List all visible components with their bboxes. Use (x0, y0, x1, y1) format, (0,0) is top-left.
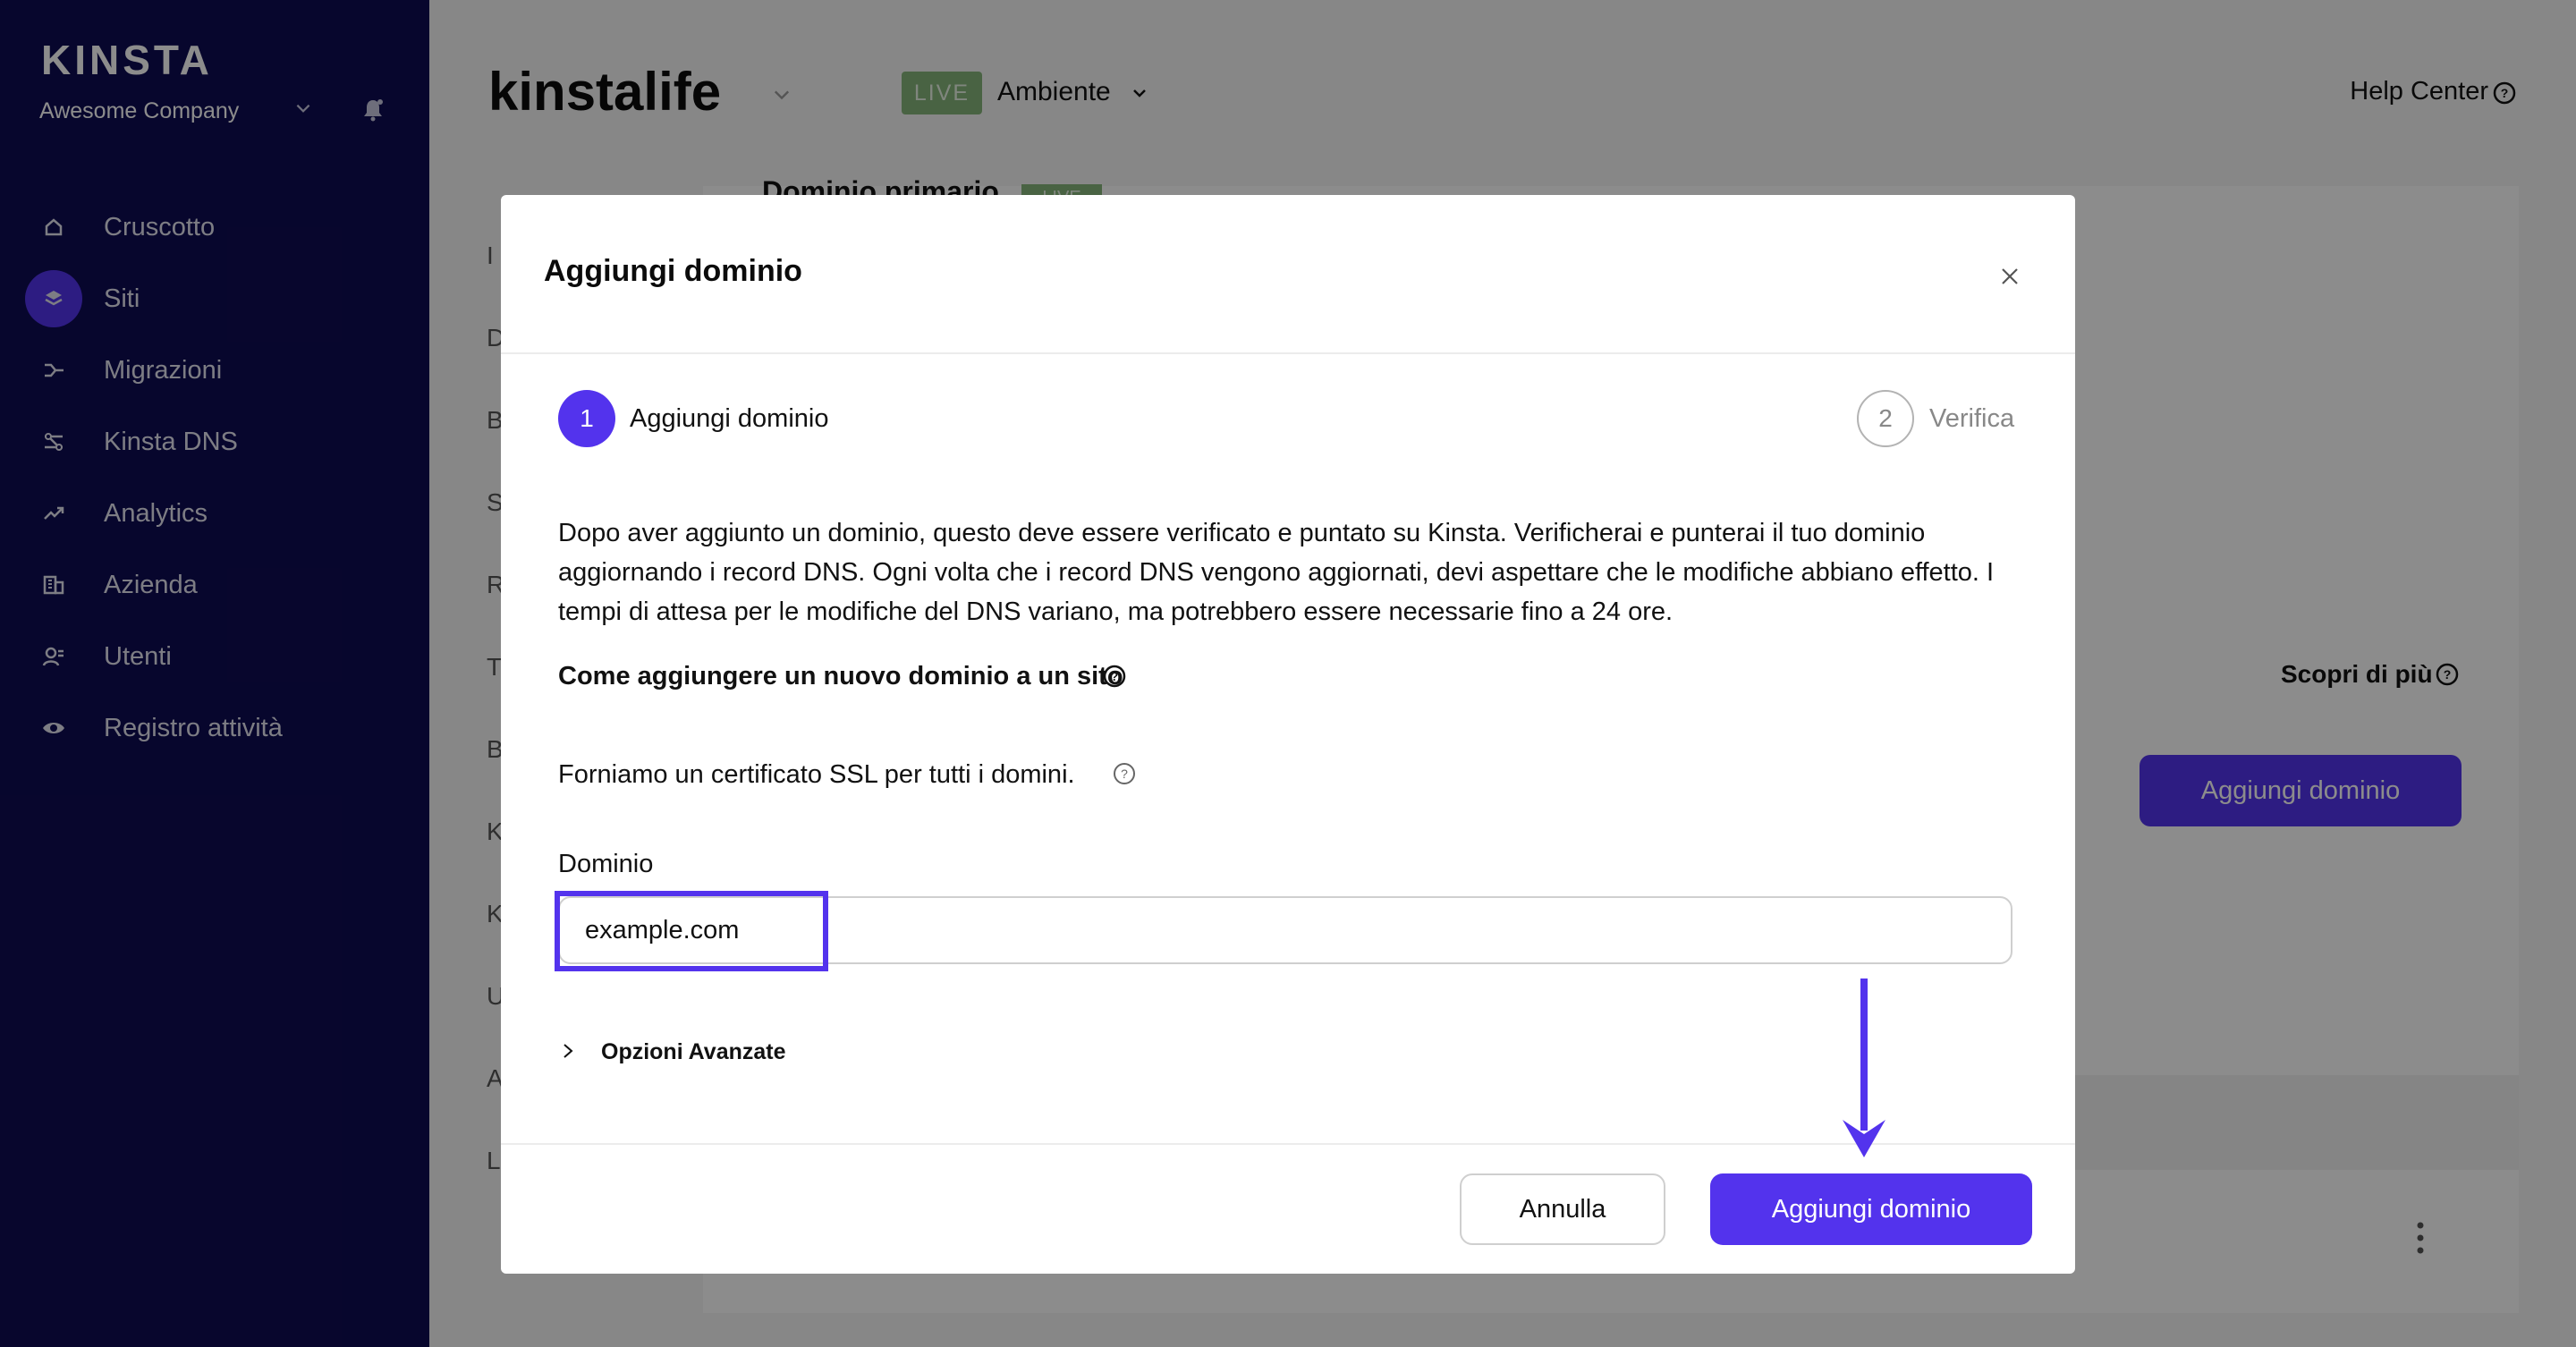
svg-text:?: ? (1111, 669, 1119, 683)
advanced-options-toggle[interactable]: Opzioni Avanzate (601, 1039, 786, 1065)
step-2-indicator: 2 (1857, 390, 1914, 447)
close-icon[interactable] (1996, 263, 2023, 290)
cancel-button[interactable]: Annulla (1460, 1173, 1665, 1245)
help-icon[interactable]: ? (1102, 664, 1127, 689)
svg-text:?: ? (1121, 767, 1128, 781)
howto-link[interactable]: Come aggiungere un nuovo dominio a un si… (558, 662, 1123, 691)
step-1-indicator: 1 (558, 390, 615, 447)
step-2-label: Verifica (1929, 404, 2015, 433)
divider (501, 352, 2075, 354)
step-1-label: Aggiungi dominio (630, 404, 829, 433)
modal-description: Dopo aver aggiunto un dominio, questo de… (558, 519, 1995, 626)
modal-title: Aggiungi dominio (544, 254, 802, 288)
arrow-down-icon (1843, 978, 1885, 1157)
help-icon[interactable]: ? (1111, 760, 1138, 787)
chevron-right-icon[interactable] (558, 1041, 578, 1061)
ssl-info: Forniamo un certificato SSL per tutti i … (558, 760, 1075, 789)
domain-field-label: Dominio (558, 850, 654, 878)
domain-input[interactable] (558, 896, 2012, 964)
add-domain-submit-button[interactable]: Aggiungi dominio (1710, 1173, 2032, 1245)
